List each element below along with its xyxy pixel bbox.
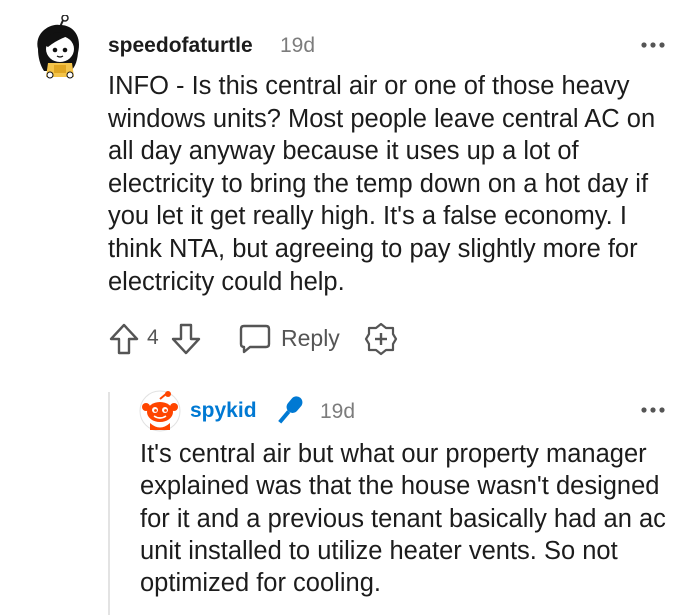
thread-line[interactable] <box>108 392 110 615</box>
reply-label: Reply <box>281 325 340 351</box>
reply-timestamp: 19d <box>320 400 356 423</box>
plus-award-icon[interactable] <box>364 322 398 356</box>
user-avatar-icon[interactable] <box>30 15 86 81</box>
downvote-arrow-icon[interactable] <box>170 322 202 356</box>
upvote-arrow-icon[interactable] <box>108 322 140 356</box>
speech-bubble-icon <box>239 324 271 354</box>
snoo-avatar-icon[interactable] <box>139 390 181 432</box>
reply-button[interactable]: Reply <box>238 320 348 358</box>
comment-timestamp: 19d <box>280 34 316 57</box>
reply-username[interactable]: spykid <box>190 399 257 423</box>
more-options-icon[interactable] <box>640 402 666 418</box>
microphone-icon <box>278 396 303 424</box>
reply-body: It's central air but what our property m… <box>140 440 666 598</box>
comment-username[interactable]: speedofaturtle <box>108 34 253 58</box>
comment-actions: 4 Reply <box>106 320 426 360</box>
more-options-icon[interactable] <box>640 37 666 53</box>
comment-body: INFO - Is this central air or one of tho… <box>108 72 656 296</box>
vote-score: 4 <box>147 326 159 349</box>
